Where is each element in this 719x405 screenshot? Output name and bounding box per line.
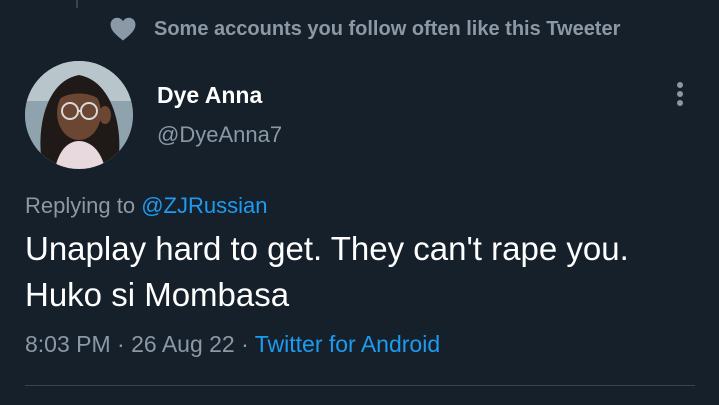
more-options-button[interactable] — [664, 76, 696, 112]
meta-separator: · — [234, 331, 255, 357]
replying-to: Replying to @ZJRussian — [25, 193, 267, 219]
heart-icon — [110, 17, 136, 41]
more-vertical-icon — [677, 82, 683, 106]
meta-separator: · — [110, 331, 132, 357]
tweet-meta: 8:03 PM · 26 Aug 22 · Twitter for Androi… — [25, 331, 440, 358]
tweet-time[interactable]: 8:03 PM — [25, 331, 111, 357]
tweet-detail: Some accounts you follow often like this… — [0, 0, 719, 405]
tweet-text: Unaplay hard to get. They can't rape you… — [25, 230, 629, 313]
social-context-text: Some accounts you follow often like this… — [154, 17, 621, 40]
author-handle[interactable]: @DyeAnna7 — [157, 122, 282, 148]
replying-to-handle-link[interactable]: @ZJRussian — [141, 193, 267, 218]
social-context: Some accounts you follow often like this… — [110, 15, 620, 43]
replying-to-label: Replying to — [25, 193, 142, 218]
tweet-date[interactable]: 26 Aug 22 — [131, 331, 235, 357]
author-display-name[interactable]: Dye Anna — [157, 82, 262, 109]
tweet-source-link[interactable]: Twitter for Android — [255, 331, 440, 357]
divider — [25, 385, 695, 386]
avatar[interactable] — [25, 61, 133, 169]
avatar-photo — [25, 61, 133, 169]
thread-connector-line — [76, 0, 78, 8]
